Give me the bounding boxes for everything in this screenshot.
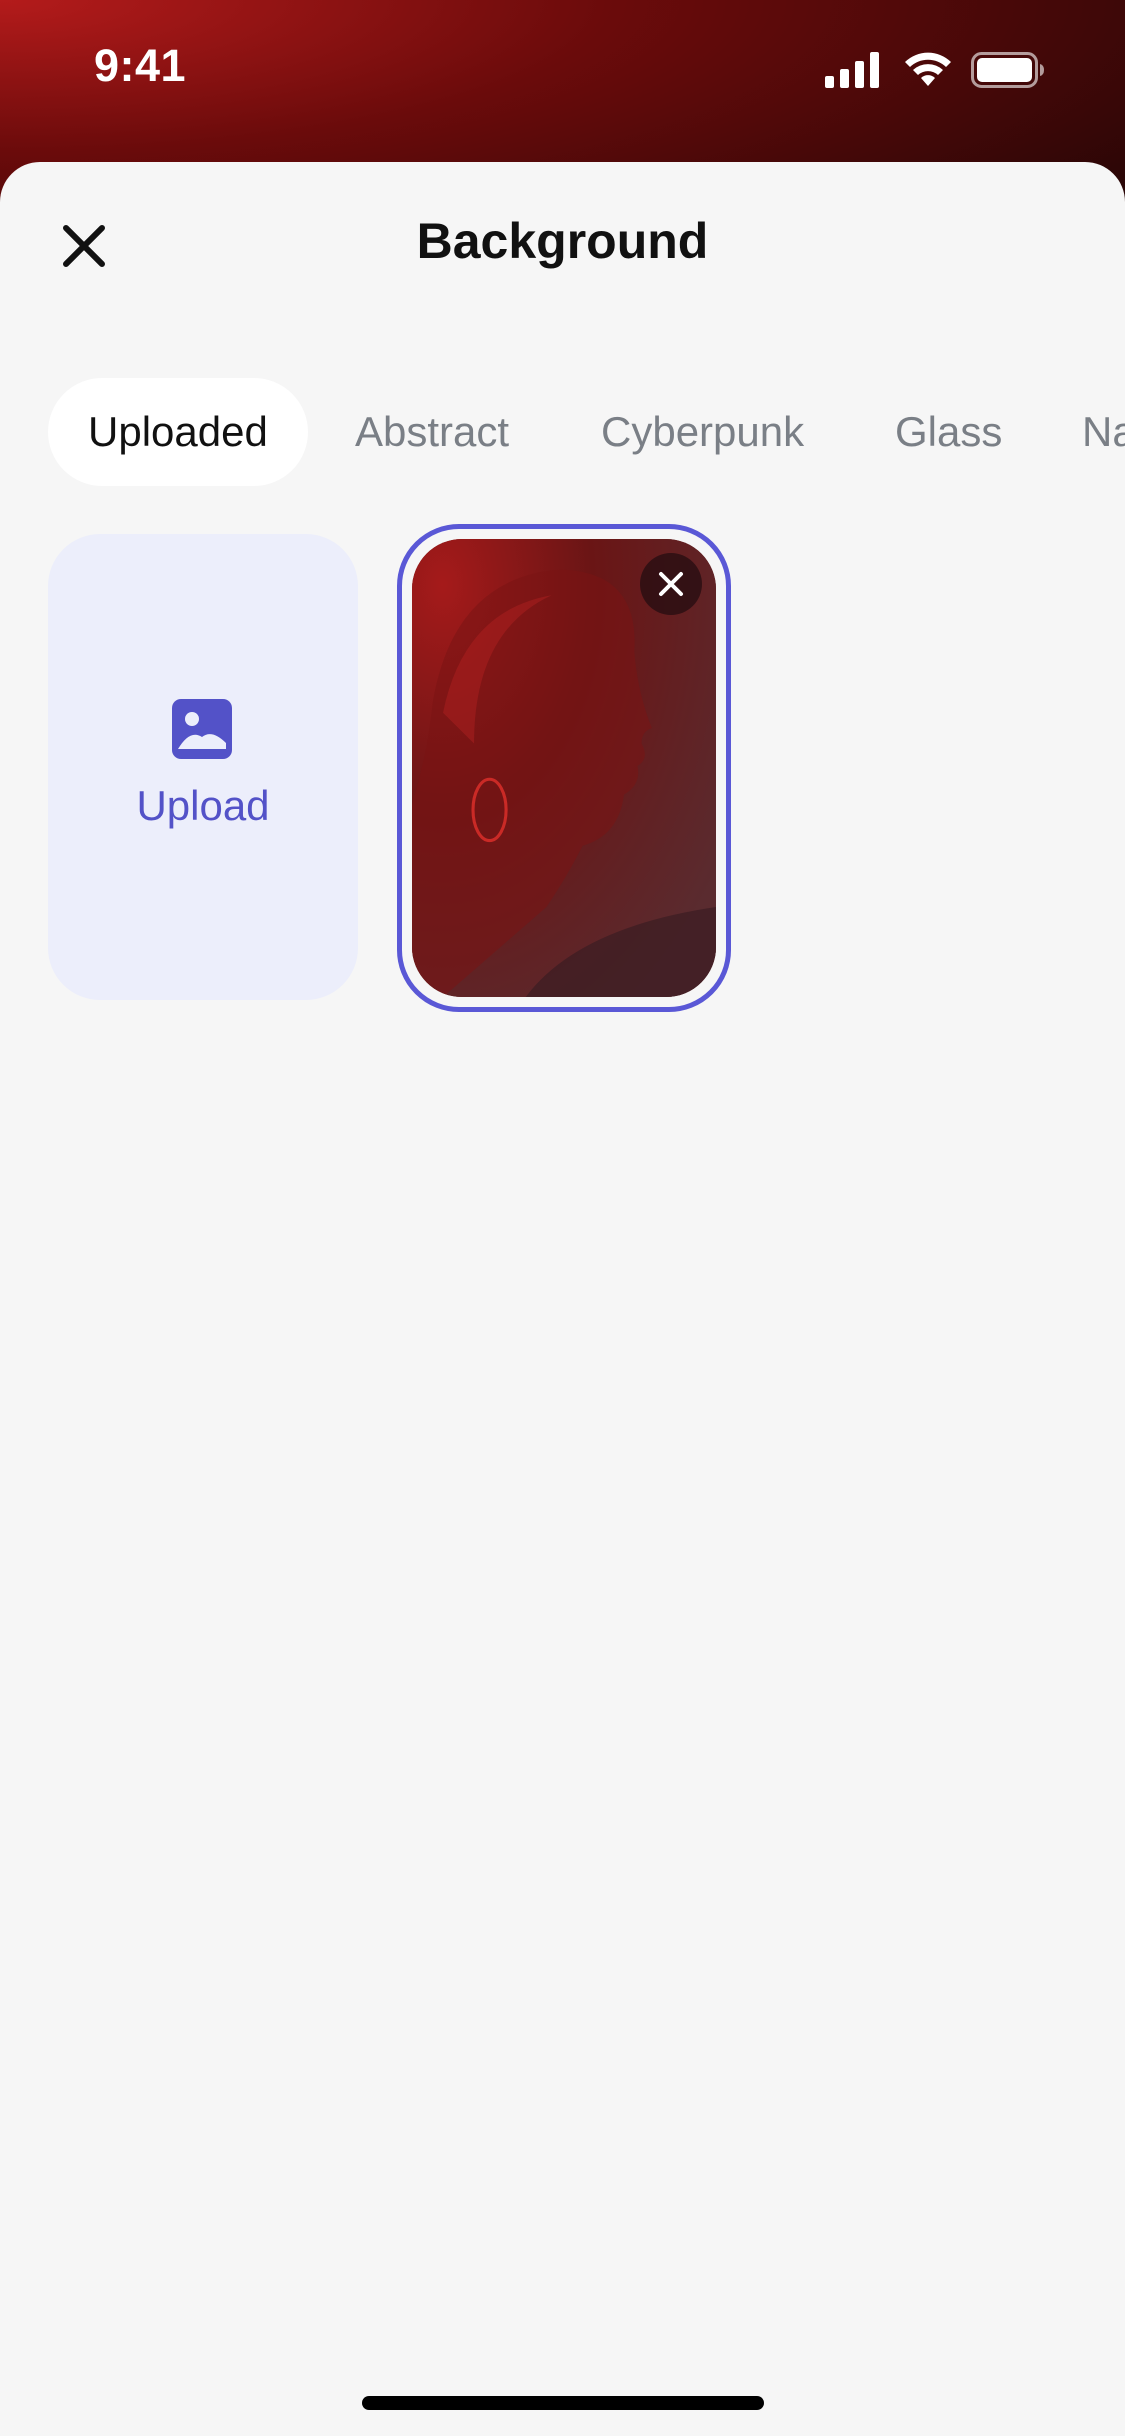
tab-glass[interactable]: Glass xyxy=(895,378,1002,486)
remove-image-button[interactable] xyxy=(640,553,702,615)
status-time: 9:41 xyxy=(94,40,187,91)
tab-uploaded[interactable]: Uploaded xyxy=(48,378,308,486)
category-tabs: Uploaded Abstract Cyberpunk Glass Na xyxy=(48,378,1125,486)
battery-icon xyxy=(971,52,1044,88)
sheet-header: Background xyxy=(0,162,1125,332)
signal-icon xyxy=(825,52,879,88)
wifi-icon xyxy=(905,52,951,86)
tab-cyberpunk[interactable]: Cyberpunk xyxy=(601,378,804,486)
tab-abstract[interactable]: Abstract xyxy=(355,378,509,486)
status-icons xyxy=(825,50,1085,90)
background-sheet: Background Uploaded Abstract Cyberpunk G… xyxy=(0,162,1125,2436)
upload-label: Upload xyxy=(136,782,270,829)
close-icon xyxy=(659,572,683,596)
uploaded-image-thumbnail[interactable] xyxy=(397,524,731,1012)
home-indicator[interactable] xyxy=(362,2396,764,2410)
tab-nature[interactable]: Na xyxy=(1082,378,1125,486)
sheet-title: Background xyxy=(416,213,709,269)
upload-button[interactable]: Upload xyxy=(48,534,358,1000)
image-icon xyxy=(172,699,232,759)
status-bar: 9:41 xyxy=(0,0,1125,140)
